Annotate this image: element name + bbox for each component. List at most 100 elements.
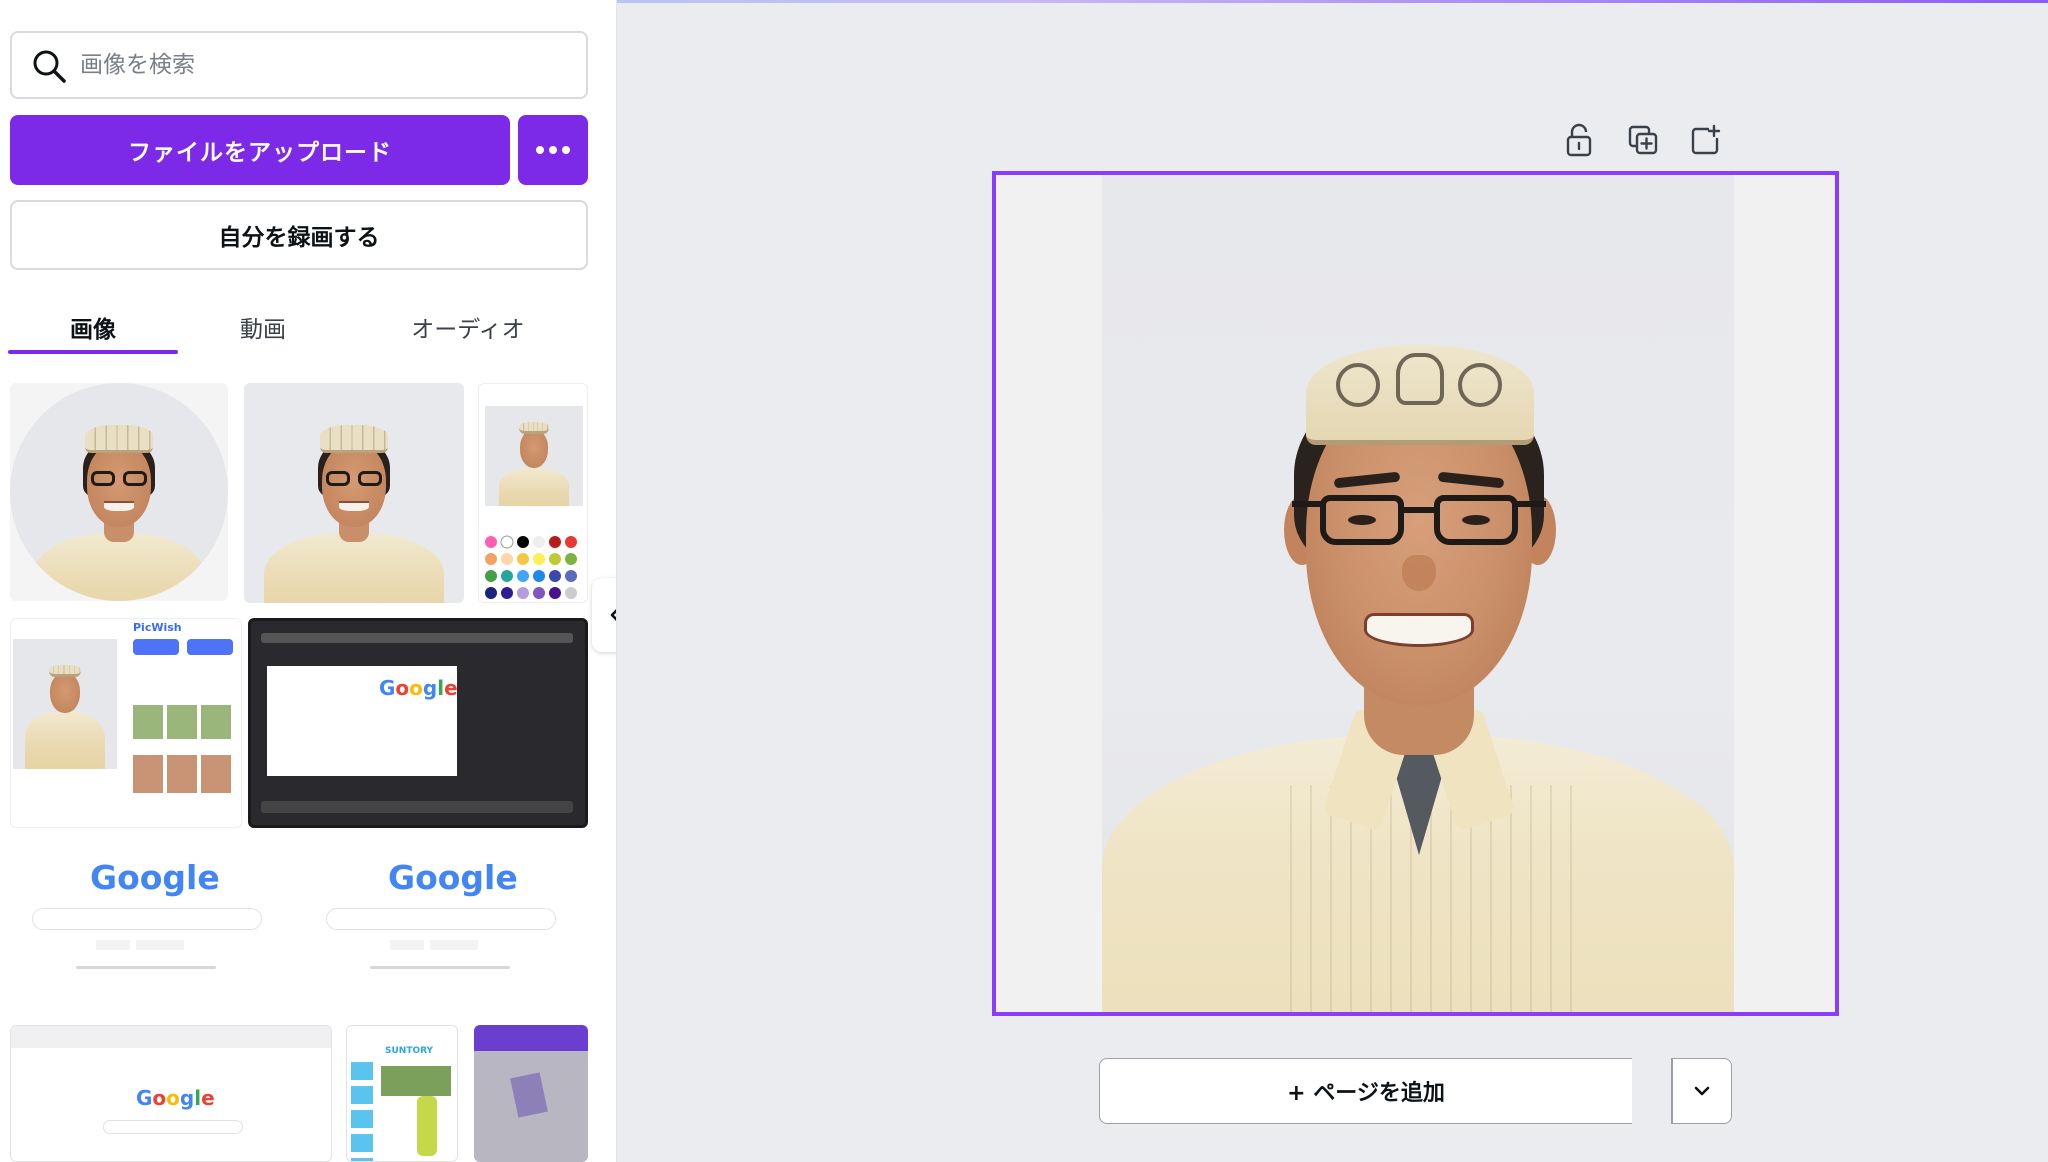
mini-browser-tabs bbox=[11, 1026, 331, 1048]
upload-file-button[interactable]: ファイルをアップロード bbox=[10, 115, 510, 185]
upload-thumbnail-google-screenshot-dark[interactable]: Google bbox=[248, 618, 588, 828]
mini-vertical-text bbox=[351, 1062, 373, 1161]
tab-videos[interactable]: 動画 bbox=[178, 300, 348, 354]
portrait-photo[interactable] bbox=[1102, 175, 1734, 1012]
photo-nose bbox=[1402, 555, 1436, 591]
google-logo-text: Google bbox=[388, 858, 518, 897]
photo-smile bbox=[1364, 613, 1474, 647]
more-options-button[interactable] bbox=[518, 115, 588, 185]
portrait-smile bbox=[104, 501, 134, 511]
more-dots-icon bbox=[536, 146, 544, 154]
mini-google-logo: Google bbox=[379, 676, 458, 700]
mini-faces bbox=[133, 755, 233, 793]
mini-banner bbox=[381, 1066, 451, 1096]
upload-thumbnail-google-browser[interactable]: Google bbox=[10, 1025, 332, 1162]
unlock-icon bbox=[1566, 123, 1592, 157]
photo-cap-pattern bbox=[1396, 353, 1444, 405]
design-page[interactable] bbox=[992, 171, 1839, 1016]
tab-audio[interactable]: オーディオ bbox=[348, 300, 588, 354]
mini-portrait-body bbox=[499, 468, 569, 506]
mini-portrait bbox=[485, 406, 583, 506]
mini-search-bar bbox=[32, 908, 262, 930]
photo-glasses-bridge bbox=[1402, 507, 1436, 513]
mini-gallery bbox=[133, 705, 233, 739]
photo-glasses-arm-left bbox=[1292, 501, 1322, 507]
photo-glasses-arm-right bbox=[1516, 501, 1546, 507]
mini-portrait-face bbox=[520, 430, 548, 468]
mini-tabbar bbox=[261, 633, 573, 643]
record-yourself-label: 自分を録画する bbox=[218, 225, 380, 251]
mini-app-header bbox=[474, 1025, 588, 1051]
collapse-panel-button[interactable] bbox=[592, 578, 616, 652]
more-dot bbox=[549, 146, 557, 154]
add-page-icon bbox=[1691, 124, 1721, 155]
color-swatch-grid bbox=[485, 535, 577, 599]
add-page-label: + ページを追加 bbox=[1287, 1081, 1445, 1106]
mini-portrait-body bbox=[25, 711, 105, 769]
upload-thumbnail-google-1[interactable]: Google bbox=[10, 848, 290, 988]
upload-thumbnail-picwish-app[interactable]: PicWish bbox=[10, 618, 242, 828]
search-box[interactable] bbox=[10, 31, 588, 99]
add-page-button[interactable]: + ページを追加 bbox=[1099, 1058, 1632, 1124]
upload-thumbnail-portrait-circle[interactable] bbox=[10, 383, 228, 601]
active-tab-indicator bbox=[8, 350, 178, 354]
suntory-text: SUNTORY bbox=[385, 1046, 434, 1056]
chevron-down-icon bbox=[1694, 1086, 1710, 1096]
mini-portrait-cap bbox=[519, 422, 549, 434]
portrait-cap bbox=[320, 425, 388, 453]
upload-thumbnail-google-2[interactable]: Google bbox=[308, 848, 588, 988]
google-logo: Google bbox=[388, 858, 518, 897]
search-input[interactable] bbox=[80, 45, 570, 85]
add-page-dropdown-button[interactable] bbox=[1672, 1058, 1732, 1124]
add-page-toolbar-button[interactable] bbox=[1688, 122, 1724, 158]
photo-eye-left bbox=[1348, 515, 1376, 525]
mini-button bbox=[133, 639, 179, 655]
search-icon bbox=[33, 50, 66, 83]
mini-sticker bbox=[510, 1072, 548, 1118]
mini-search-buttons bbox=[96, 940, 184, 950]
tab-audio-label: オーディオ bbox=[411, 317, 525, 343]
picwish-title: PicWish bbox=[133, 621, 182, 634]
lock-toggle-button[interactable] bbox=[1561, 122, 1597, 158]
portrait-smile bbox=[339, 501, 369, 511]
upload-thumbnail-suntory-site[interactable]: SUNTORY bbox=[346, 1025, 458, 1162]
photo-cap-pattern bbox=[1458, 363, 1502, 407]
photo-cap bbox=[1306, 345, 1534, 445]
tab-images[interactable]: 画像 bbox=[8, 300, 178, 354]
mini-portrait bbox=[13, 639, 117, 769]
portrait-circle-image bbox=[10, 383, 228, 601]
mini-search-bar bbox=[326, 908, 556, 930]
google-logo-text: Google bbox=[90, 858, 220, 897]
upload-thumbnail-portrait[interactable] bbox=[244, 383, 464, 603]
tab-images-label: 画像 bbox=[70, 317, 116, 343]
mini-search-bar bbox=[103, 1120, 243, 1134]
upload-thumbnail-purple-app[interactable] bbox=[474, 1025, 588, 1162]
google-logo: Google bbox=[136, 1086, 215, 1110]
mini-button bbox=[187, 639, 233, 655]
portrait-body bbox=[34, 533, 204, 601]
mini-text-line bbox=[76, 966, 216, 969]
mini-text-line bbox=[370, 966, 510, 969]
tab-videos-label: 動画 bbox=[240, 317, 286, 343]
chevron-left-icon bbox=[610, 609, 616, 621]
duplicate-icon bbox=[1628, 125, 1658, 155]
google-logo: Google bbox=[90, 858, 220, 897]
photo-eye-right bbox=[1462, 515, 1490, 525]
upload-file-label: ファイルをアップロード bbox=[128, 140, 392, 166]
duplicate-page-button[interactable] bbox=[1625, 122, 1661, 158]
mini-search-buttons bbox=[390, 940, 478, 950]
upload-thumbnail-app-color-picker[interactable] bbox=[478, 383, 588, 603]
uploads-panel: ファイルをアップロード 自分を録画する 画像 動画 オーディオ bbox=[0, 0, 617, 1162]
mini-bottle bbox=[417, 1096, 437, 1156]
photo-cap-pattern bbox=[1336, 363, 1380, 407]
more-dot bbox=[562, 146, 570, 154]
mini-dock bbox=[261, 801, 573, 813]
portrait-glasses bbox=[91, 471, 147, 486]
record-yourself-button[interactable]: 自分を録画する bbox=[10, 200, 588, 270]
mini-portrait-cap bbox=[49, 665, 81, 677]
mini-portrait-face bbox=[50, 673, 80, 713]
portrait-cap bbox=[85, 425, 153, 453]
portrait-glasses bbox=[326, 471, 382, 486]
mini-google-page: Google bbox=[267, 666, 458, 776]
portrait-body bbox=[264, 533, 444, 603]
